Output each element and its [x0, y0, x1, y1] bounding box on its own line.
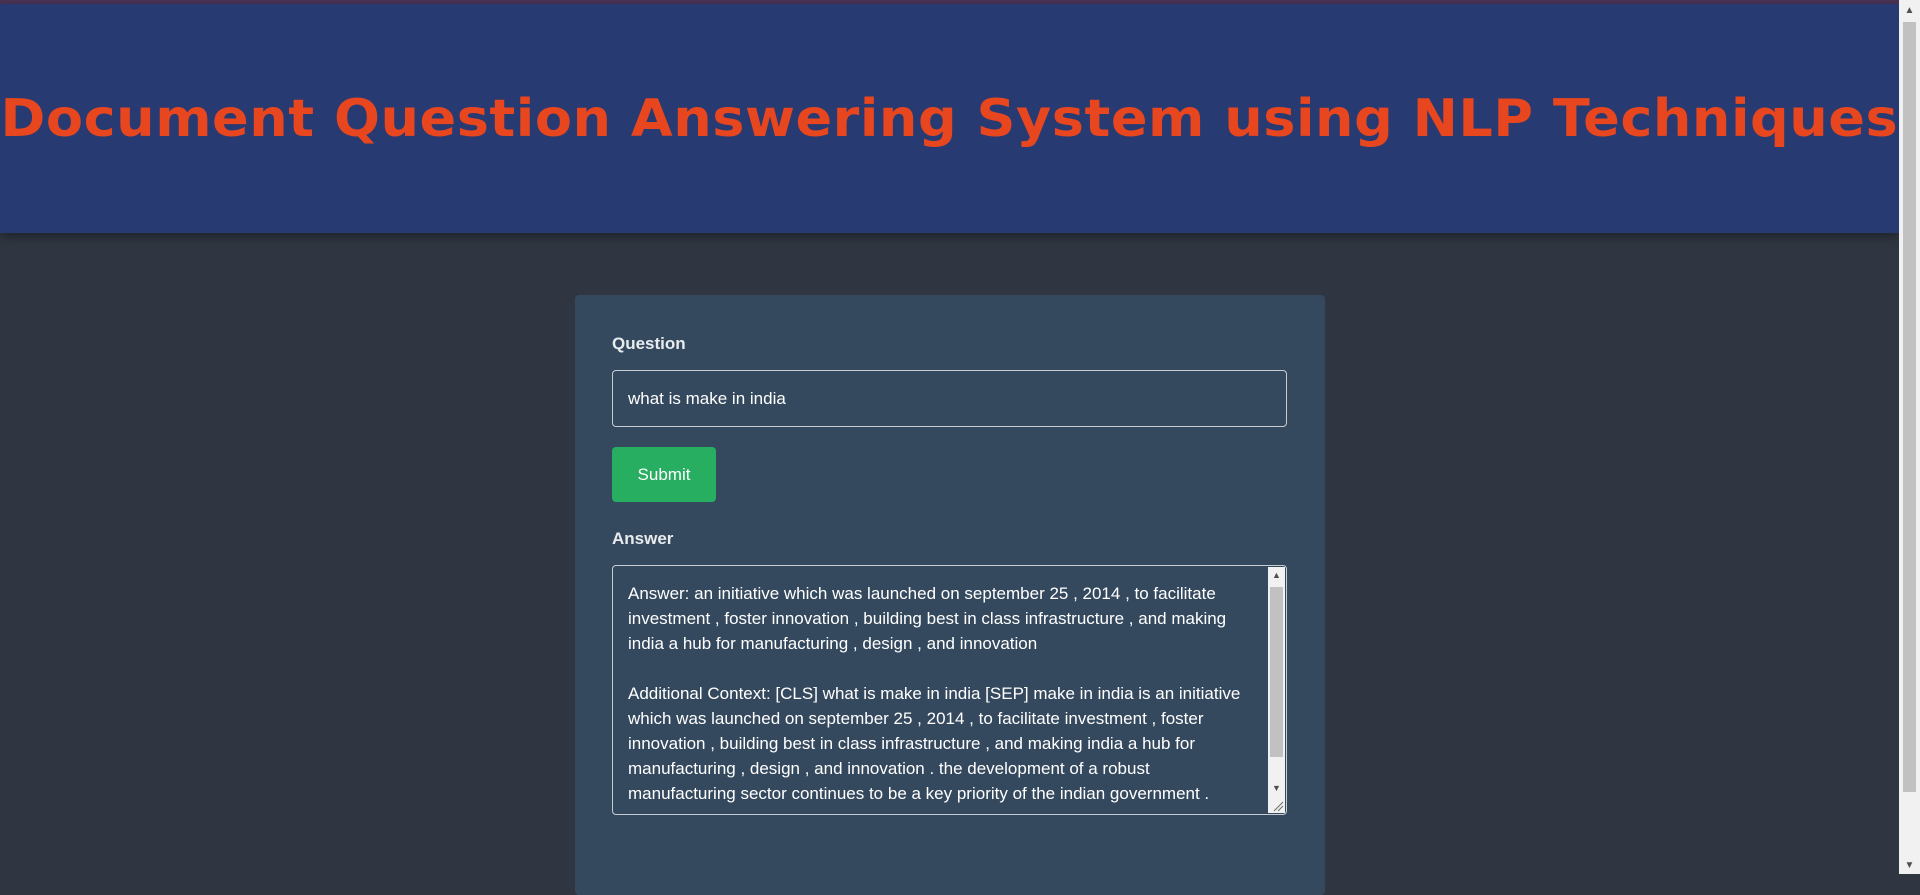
- scroll-up-icon[interactable]: ▲: [1268, 567, 1285, 584]
- answer-text: Answer: an initiative which was launched…: [628, 584, 1241, 803]
- answer-label: Answer: [612, 529, 674, 548]
- resize-grip-icon[interactable]: [1268, 796, 1285, 813]
- page-scrollbar-thumb[interactable]: [1903, 22, 1916, 792]
- page-scroll-down-icon[interactable]: ▼: [1899, 857, 1920, 874]
- question-input[interactable]: [612, 370, 1287, 427]
- question-label: Question: [612, 334, 686, 353]
- page-scroll-up-icon[interactable]: ▲: [1899, 2, 1920, 19]
- answer-scrollbar[interactable]: ▲ ▼: [1268, 567, 1285, 797]
- qa-form-card: Question Submit Answer Answer: an initia…: [575, 295, 1325, 895]
- page-scrollbar[interactable]: ▲ ▼: [1899, 0, 1920, 874]
- page-header: Document Question Answering System using…: [0, 4, 1899, 233]
- answer-scrollbar-thumb[interactable]: [1270, 587, 1283, 757]
- scroll-down-icon[interactable]: ▼: [1268, 780, 1285, 797]
- submit-button[interactable]: Submit: [612, 447, 716, 502]
- page-title: Document Question Answering System using…: [0, 88, 1899, 149]
- answer-textarea[interactable]: Answer: an initiative which was launched…: [612, 565, 1287, 815]
